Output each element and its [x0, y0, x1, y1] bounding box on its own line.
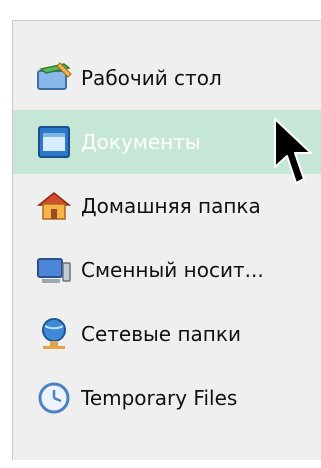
removable-drive-icon [33, 251, 75, 289]
clock-icon [33, 379, 75, 417]
network-folder-icon [33, 315, 75, 353]
places-item-network-folders[interactable]: Сетевые папки [13, 302, 321, 366]
desktop-icon [33, 59, 75, 97]
places-item-label: Сетевые папки [81, 322, 241, 346]
places-item-label: Домашняя папка [81, 194, 261, 218]
places-item-label: Temporary Files [81, 386, 238, 410]
places-item-documents[interactable]: Документы [13, 110, 321, 174]
places-item-temporary-files[interactable]: Temporary Files [13, 366, 321, 430]
places-item-label: Сменный носит... [81, 258, 264, 282]
places-panel: Рабочий стол Документы Домашняя папка См… [12, 20, 321, 460]
places-item-label: Документы [81, 130, 201, 154]
home-folder-icon [33, 187, 75, 225]
places-item-label: Рабочий стол [81, 66, 222, 90]
places-item-removable-drive[interactable]: Сменный носит... [13, 238, 321, 302]
documents-icon [33, 123, 75, 161]
places-item-desktop[interactable]: Рабочий стол [13, 46, 321, 110]
places-item-home-folder[interactable]: Домашняя папка [13, 174, 321, 238]
